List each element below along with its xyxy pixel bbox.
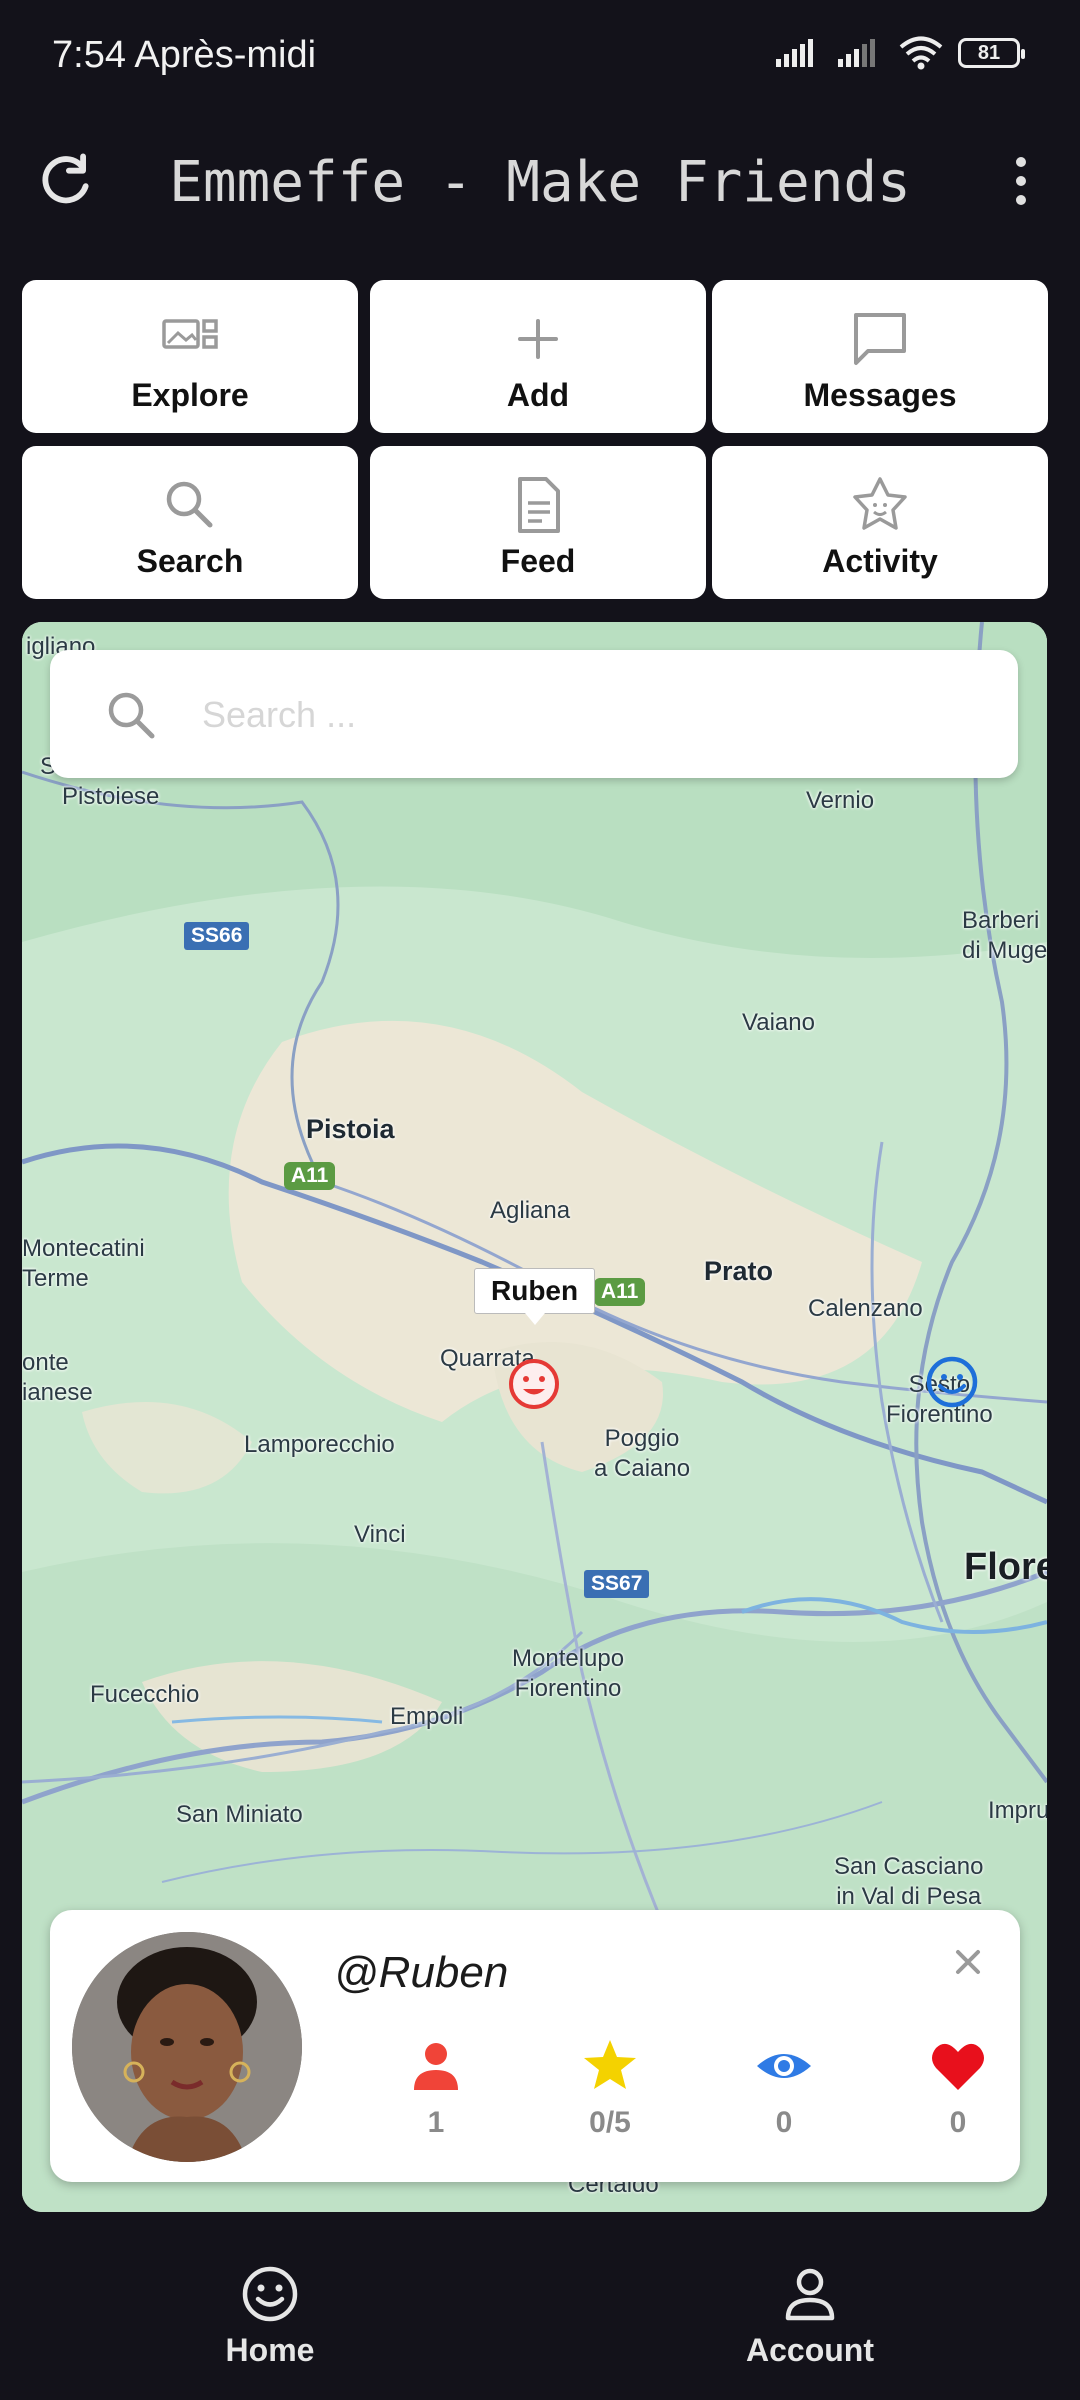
battery-level: 81 xyxy=(977,41,1001,64)
place-label: Agliana xyxy=(490,1197,571,1224)
map-search-input[interactable] xyxy=(200,680,984,750)
close-icon[interactable] xyxy=(946,1940,990,1984)
stat-value: 1 xyxy=(427,2106,445,2139)
place-label: Empoli xyxy=(390,1703,464,1730)
status-bar: 7:54 Après-midi 81 xyxy=(0,0,1080,120)
place-label: Impru xyxy=(988,1797,1047,1824)
place-label: Poggio a Caiano xyxy=(594,1425,691,1482)
profile-card[interactable]: @Ruben 1 0/5 0 0 xyxy=(50,1910,1020,2182)
feed-label: Feed xyxy=(500,543,576,579)
place-label: San Casciano in Val di Pesa xyxy=(834,1853,984,1910)
activity-label: Activity xyxy=(822,543,938,579)
add-button[interactable]: Add xyxy=(370,280,706,433)
heart-icon xyxy=(932,2043,984,2090)
messages-button[interactable]: Messages xyxy=(712,280,1048,433)
road-shield: A11 xyxy=(284,1162,336,1190)
app-bar: Emmeffe - Make Friends xyxy=(0,120,1080,270)
place-label: Montecatini Terme xyxy=(22,1235,145,1292)
place-label: San Miniato xyxy=(176,1801,303,1828)
place-label: Lamporecchio xyxy=(244,1431,395,1458)
feed-button[interactable]: Feed xyxy=(370,446,706,599)
marker-callout[interactable]: Ruben xyxy=(474,1268,596,1325)
nav-home-label: Home xyxy=(225,2332,315,2368)
person-icon xyxy=(414,2043,458,2090)
search-button[interactable]: Search xyxy=(22,446,358,599)
map-view[interactable]: igliano S Pistoiese Vernio Barberi di Mu… xyxy=(22,622,1047,2212)
avatar[interactable] xyxy=(72,1932,302,2162)
add-label: Add xyxy=(506,377,570,413)
stat-views: 0 xyxy=(724,2036,844,2140)
other-marker-smiley-icon[interactable] xyxy=(924,1354,980,1410)
gallery-icon xyxy=(162,319,218,349)
place-label: Pistoiese xyxy=(62,783,160,810)
plus-icon xyxy=(518,319,558,359)
chat-icon xyxy=(854,313,906,365)
star-icon xyxy=(584,2040,636,2089)
place-label: Montelupo Fiorentino xyxy=(512,1645,625,1702)
eye-icon xyxy=(757,2054,811,2078)
place-label: Flore xyxy=(964,1546,1047,1588)
road-shield: SS66 xyxy=(184,922,250,950)
status-icons: 81 xyxy=(774,36,1025,70)
messages-label: Messages xyxy=(803,377,957,413)
user-marker-smiley-icon[interactable] xyxy=(506,1356,562,1412)
person-outline-icon xyxy=(785,2268,835,2321)
place-label: Prato xyxy=(704,1256,774,1286)
avatar-photo xyxy=(72,1932,302,2162)
stat-friends: 1 xyxy=(376,2036,496,2140)
place-label: Calenzano xyxy=(808,1295,923,1322)
explore-label: Explore xyxy=(131,377,249,413)
stat-value: 0 xyxy=(949,2106,967,2139)
place-label: Fucecchio xyxy=(90,1681,200,1708)
road-shield: SS67 xyxy=(584,1570,650,1598)
stat-value: 0 xyxy=(775,2106,793,2139)
road-shield: A11 xyxy=(594,1278,646,1306)
document-icon xyxy=(518,477,560,533)
place-label: onte ianese xyxy=(22,1349,93,1406)
more-vert-icon[interactable] xyxy=(990,150,1052,212)
signal-icon xyxy=(838,39,875,67)
explore-button[interactable]: Explore xyxy=(22,280,358,433)
place-label: Vaiano xyxy=(742,1009,815,1036)
place-label: Vinci xyxy=(354,1521,406,1548)
stat-rating: 0/5 xyxy=(550,2036,670,2140)
place-label: Barberi di Muge xyxy=(962,907,1047,964)
star-badge-icon xyxy=(853,477,907,530)
nav-home[interactable]: Home xyxy=(120,2262,420,2369)
bottom-nav: Home Account xyxy=(0,2212,1080,2400)
place-label: Pistoia xyxy=(306,1114,395,1144)
signal-icon xyxy=(776,39,813,67)
search-icon xyxy=(108,692,155,739)
search-icon xyxy=(166,481,213,528)
battery-icon: 81 xyxy=(958,38,1025,68)
activity-button[interactable]: Activity xyxy=(712,446,1048,599)
smiley-icon xyxy=(242,2266,298,2322)
stat-value: 0/5 xyxy=(589,2106,631,2139)
search-label: Search xyxy=(136,543,244,579)
app-title: Emmeffe - Make Friends xyxy=(169,150,911,215)
stat-likes: 0 xyxy=(898,2036,1018,2140)
nav-account[interactable]: Account xyxy=(660,2262,960,2369)
status-time: 7:54 Après-midi xyxy=(52,34,317,76)
wifi-icon xyxy=(899,36,943,70)
map-search-box xyxy=(50,650,1018,778)
place-label: Vernio xyxy=(806,787,875,814)
nav-account-label: Account xyxy=(746,2332,874,2368)
profile-username: @Ruben xyxy=(334,1948,509,1997)
